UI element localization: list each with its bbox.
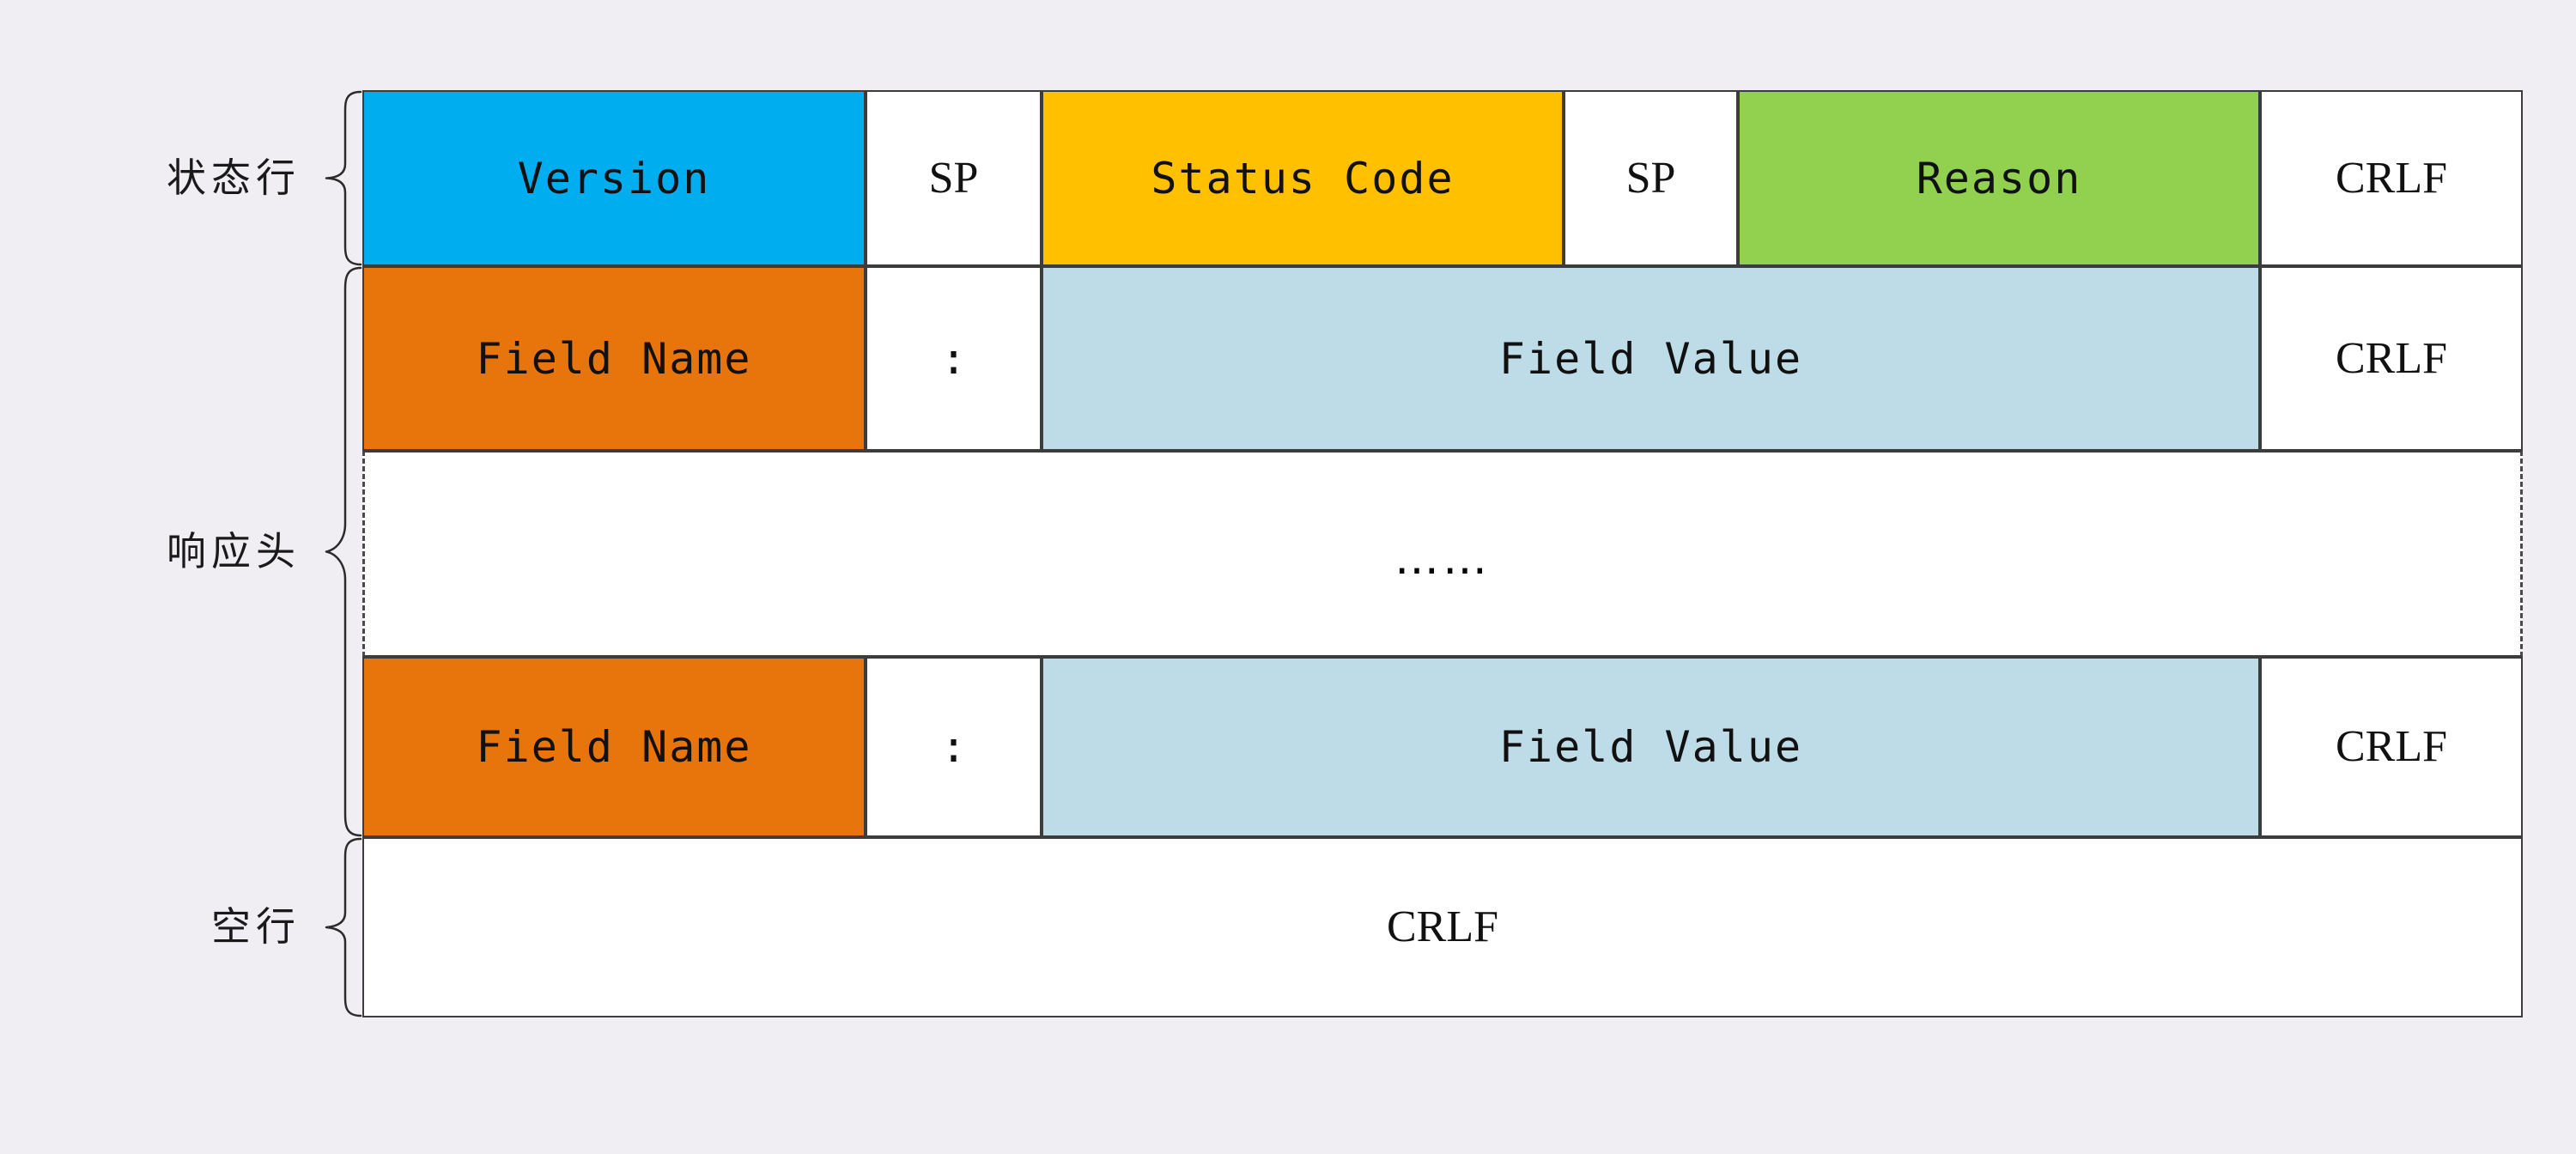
- cell-field-name-2-text: Field Name: [476, 722, 752, 772]
- table-row-header-first: Field Name : Field Value CRLF: [362, 266, 2523, 451]
- cell-colon-2-text: :: [940, 722, 967, 772]
- brace-blank-line: [325, 837, 362, 1017]
- cell-reason: Reason: [1738, 90, 2260, 266]
- cell-field-value-2: Field Value: [1042, 657, 2260, 837]
- cell-crlf-header-2: CRLF: [2260, 657, 2523, 837]
- cell-crlf-header-1: CRLF: [2260, 266, 2523, 451]
- diagram-canvas: 状态行 响应头 空行 Version SP Status Code SP Rea…: [0, 0, 2576, 1154]
- table-row-blank-line: CRLF: [362, 837, 2523, 1017]
- cell-sp-1-text: SP: [928, 153, 979, 203]
- group-blank-line: 空行: [0, 837, 362, 1017]
- cell-colon-2: :: [866, 657, 1042, 837]
- group-blank-line-label: 空行: [211, 905, 301, 949]
- cell-sp-2: SP: [1564, 90, 1738, 266]
- cell-crlf-status-line-text: CRLF: [2335, 153, 2448, 203]
- cell-reason-text: Reason: [1916, 153, 2082, 203]
- cell-field-name-2: Field Name: [362, 657, 866, 837]
- cell-ellipsis: ……: [362, 451, 2523, 657]
- table-row-header-last: Field Name : Field Value CRLF: [362, 657, 2523, 837]
- group-response-headers-label: 响应头: [167, 529, 301, 574]
- cell-crlf-blank-line-text: CRLF: [1386, 902, 1499, 951]
- cell-status-code: Status Code: [1042, 90, 1564, 266]
- cell-crlf-header-2-text: CRLF: [2335, 722, 2448, 771]
- table-row-status-line: Version SP Status Code SP Reason CRLF: [362, 90, 2523, 266]
- group-response-headers: 响应头: [0, 266, 362, 837]
- group-status-line: 状态行: [0, 90, 362, 266]
- cell-field-value-2-text: Field Value: [1498, 722, 1803, 772]
- cell-status-code-text: Status Code: [1151, 153, 1455, 203]
- http-response-structure-table: Version SP Status Code SP Reason CRLF Fi…: [362, 90, 2523, 1017]
- table-row-header-ellipsis: ……: [362, 451, 2523, 657]
- cell-field-value-1-text: Field Value: [1498, 333, 1803, 384]
- cell-version-text: Version: [517, 153, 711, 203]
- cell-crlf-status-line: CRLF: [2260, 90, 2523, 266]
- cell-field-name-1: Field Name: [362, 266, 866, 451]
- cell-field-value-1: Field Value: [1042, 266, 2260, 451]
- cell-crlf-blank-line: CRLF: [362, 837, 2523, 1017]
- group-status-line-label: 状态行: [167, 155, 301, 200]
- cell-colon-1-text: :: [940, 333, 967, 384]
- cell-crlf-header-1-text: CRLF: [2335, 333, 2448, 383]
- brace-response-headers: [325, 266, 362, 837]
- cell-colon-1: :: [866, 266, 1042, 451]
- cell-ellipsis-text: ……: [1394, 533, 1491, 585]
- cell-sp-1: SP: [866, 90, 1042, 266]
- cell-sp-2-text: SP: [1625, 153, 1676, 203]
- cell-version: Version: [362, 90, 866, 266]
- cell-field-name-1-text: Field Name: [476, 333, 752, 384]
- brace-status-line: [325, 90, 362, 266]
